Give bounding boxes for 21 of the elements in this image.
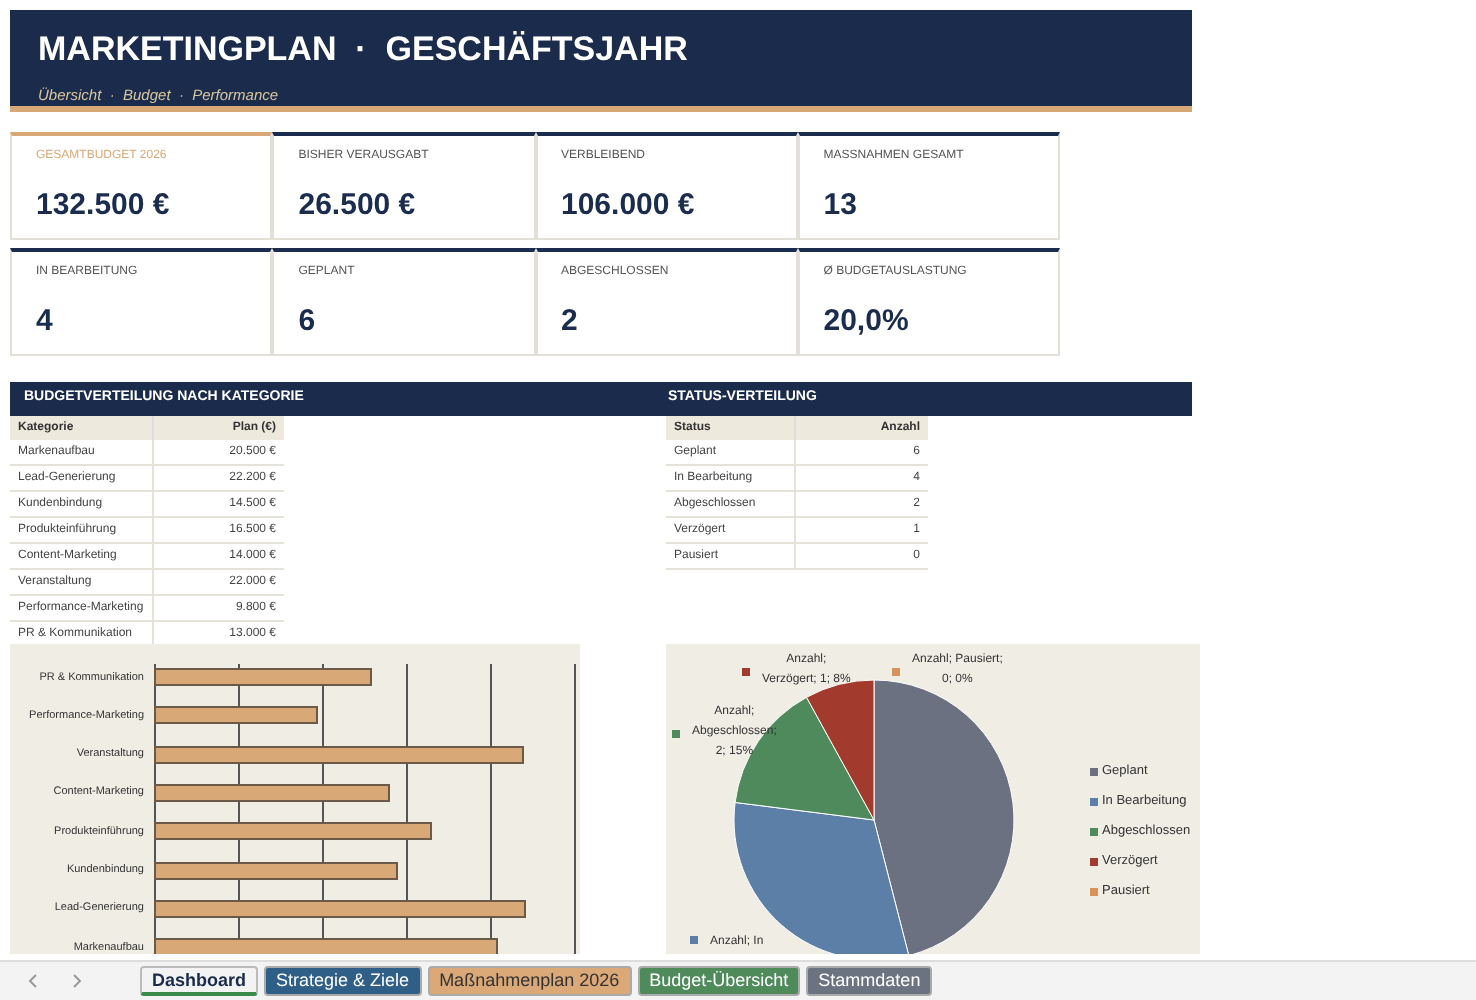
kpi-value: 13 <box>823 188 859 224</box>
previous-sheet-icon[interactable] <box>28 974 38 988</box>
kpi-value: 20,0% <box>823 304 911 340</box>
kpi-value: 6 <box>298 304 318 340</box>
page-title: MARKETINGPLAN · GESCHÄFTSJAHR <box>38 30 690 70</box>
sheet-tab[interactable]: Dashboard <box>140 966 259 996</box>
kpi-value: 4 <box>36 304 55 340</box>
legend-square-icon <box>1090 857 1098 865</box>
kpi-value: 26.500 € <box>298 188 418 224</box>
sheet-tab[interactable]: Strategie & Ziele <box>264 966 422 996</box>
sheet-tab[interactable]: Maßnahmenplan 2026 <box>427 966 632 996</box>
legend-square-icon <box>1090 767 1098 775</box>
legend-square-icon <box>1090 827 1098 835</box>
next-sheet-icon[interactable] <box>72 974 82 988</box>
legend-square-icon <box>1090 797 1098 805</box>
kpi-value: 132.500 € <box>36 188 172 224</box>
kpi-value: 2 <box>561 304 580 340</box>
kpi-value: 106.000 € <box>561 188 697 224</box>
sheet-tab[interactable]: Budget-Übersicht <box>637 966 801 996</box>
sheet-tab[interactable]: Stammdaten <box>806 966 933 996</box>
legend-square-icon <box>1090 887 1098 895</box>
